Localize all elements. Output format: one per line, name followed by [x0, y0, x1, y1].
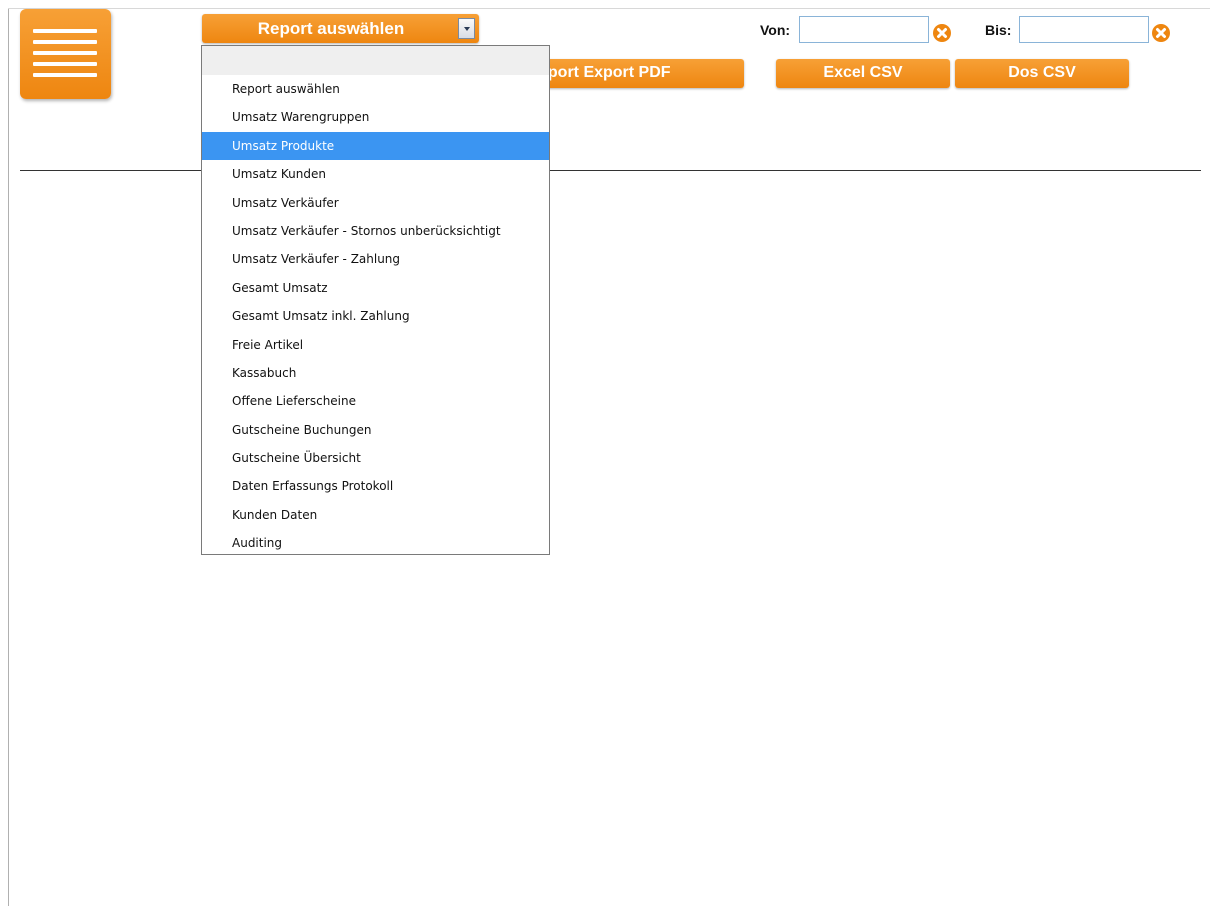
- dropdown-option[interactable]: Umsatz Verkäufer: [202, 189, 549, 217]
- dropdown-option[interactable]: Gutscheine Übersicht: [202, 444, 549, 472]
- dropdown-option[interactable]: Umsatz Produkte: [202, 131, 549, 161]
- to-date-label: Bis:: [985, 22, 1012, 38]
- dropdown-option[interactable]: Gesamt Umsatz: [202, 274, 549, 302]
- report-dropdown-list[interactable]: Report auswählen Umsatz Warengruppen Umsat…: [201, 45, 550, 555]
- dropdown-option[interactable]: Kassabuch: [202, 359, 549, 387]
- dropdown-option[interactable]: Daten Erfassungs Protokoll: [202, 472, 549, 500]
- dropdown-option[interactable]: Umsatz Kunden: [202, 160, 549, 188]
- dropdown-option[interactable]: Gesamt Umsatz inkl. Zahlung: [202, 302, 549, 330]
- header-divider: [20, 170, 1201, 171]
- from-date-label: Von:: [760, 22, 791, 38]
- to-date-input[interactable]: [1019, 16, 1149, 43]
- excel-csv-button[interactable]: Excel CSV: [776, 59, 950, 88]
- from-date-input[interactable]: [799, 16, 929, 43]
- dropdown-option[interactable]: Offene Lieferscheine: [202, 387, 549, 415]
- clear-from-date-icon[interactable]: [932, 23, 952, 43]
- dropdown-option[interactable]: Kunden Daten: [202, 501, 549, 529]
- report-select-label: Report auswählen: [257, 19, 405, 38]
- dropdown-option[interactable]: Auditing: [202, 529, 549, 557]
- chevron-down-icon[interactable]: [458, 18, 475, 39]
- dropdown-option[interactable]: Umsatz Verkäufer - Stornos unberücksicht…: [202, 217, 549, 245]
- main-menu-button[interactable]: [20, 9, 111, 99]
- dropdown-blank-option[interactable]: [202, 46, 549, 75]
- page-frame-top-edge: [8, 8, 1210, 9]
- dropdown-option[interactable]: Report auswählen: [202, 75, 549, 103]
- page-frame-left-edge: [8, 8, 9, 906]
- dos-csv-button[interactable]: Dos CSV: [955, 59, 1129, 88]
- dropdown-option[interactable]: Umsatz Warengruppen: [202, 103, 549, 131]
- clear-to-date-icon[interactable]: [1151, 23, 1171, 43]
- dropdown-option[interactable]: Freie Artikel: [202, 331, 549, 359]
- dropdown-option[interactable]: Umsatz Verkäufer - Zahlung: [202, 245, 549, 273]
- report-select[interactable]: Report auswählen: [202, 14, 479, 43]
- dropdown-option[interactable]: Gutscheine Buchungen: [202, 416, 549, 444]
